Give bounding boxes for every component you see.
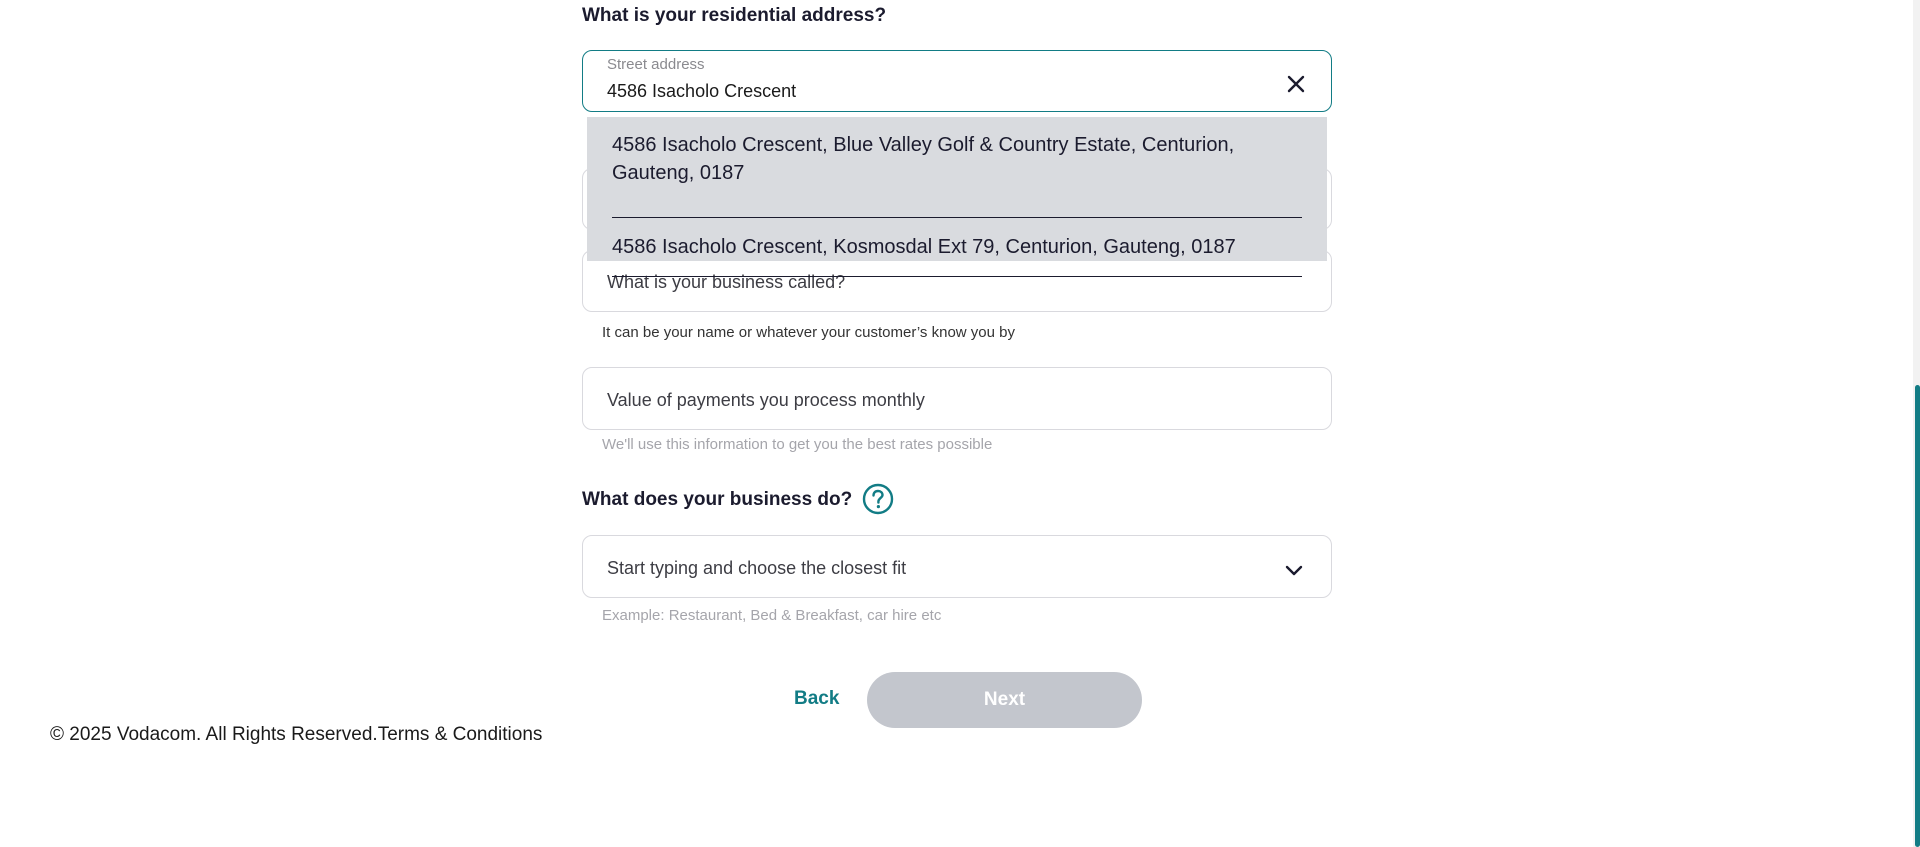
scrollbar-thumb[interactable]	[1915, 385, 1920, 847]
chevron-down-icon	[1285, 565, 1303, 576]
monthly-payments-helper: We'll use this information to get you th…	[602, 436, 993, 453]
business-name-helper: It can be your name or whatever your cus…	[602, 324, 1015, 341]
address-suggestion-option[interactable]: 4586 Isacholo Crescent, Blue Valley Golf…	[612, 131, 1302, 218]
address-suggestions-dropdown: 4586 Isacholo Crescent, Blue Valley Golf…	[587, 117, 1327, 277]
address-question-label: What is your residential address?	[582, 5, 887, 26]
page: What is your residential address? Street…	[0, 0, 1920, 847]
monthly-payments-placeholder: Value of payments you process monthly	[607, 390, 925, 410]
back-button[interactable]: Back	[794, 688, 839, 710]
street-address-value: 4586 Isacholo Crescent	[607, 81, 797, 101]
question-circle-icon[interactable]	[862, 483, 894, 515]
close-icon[interactable]	[1287, 75, 1305, 93]
business-type-question-label: What does your business do?	[582, 489, 853, 510]
street-address-label: Street address	[607, 56, 705, 73]
terms-link[interactable]: Terms & Conditions	[378, 724, 543, 745]
next-button[interactable]: Next	[867, 672, 1142, 728]
business-type-helper: Example: Restaurant, Bed & Breakfast, ca…	[602, 607, 942, 624]
footer: © 2025 Vodacom. All Rights Reserved.Term…	[50, 724, 542, 746]
business-type-placeholder: Start typing and choose the closest fit	[607, 558, 907, 578]
copyright-text: © 2025 Vodacom. All Rights Reserved.	[50, 724, 378, 745]
business-type-select[interactable]: Start typing and choose the closest fit	[582, 535, 1332, 598]
monthly-payments-input[interactable]: Value of payments you process monthly	[582, 367, 1332, 430]
address-suggestion-option[interactable]: 4586 Isacholo Crescent, Kosmosdal Ext 79…	[612, 218, 1302, 277]
street-address-input[interactable]: Street address 4586 Isacholo Crescent	[582, 50, 1332, 112]
